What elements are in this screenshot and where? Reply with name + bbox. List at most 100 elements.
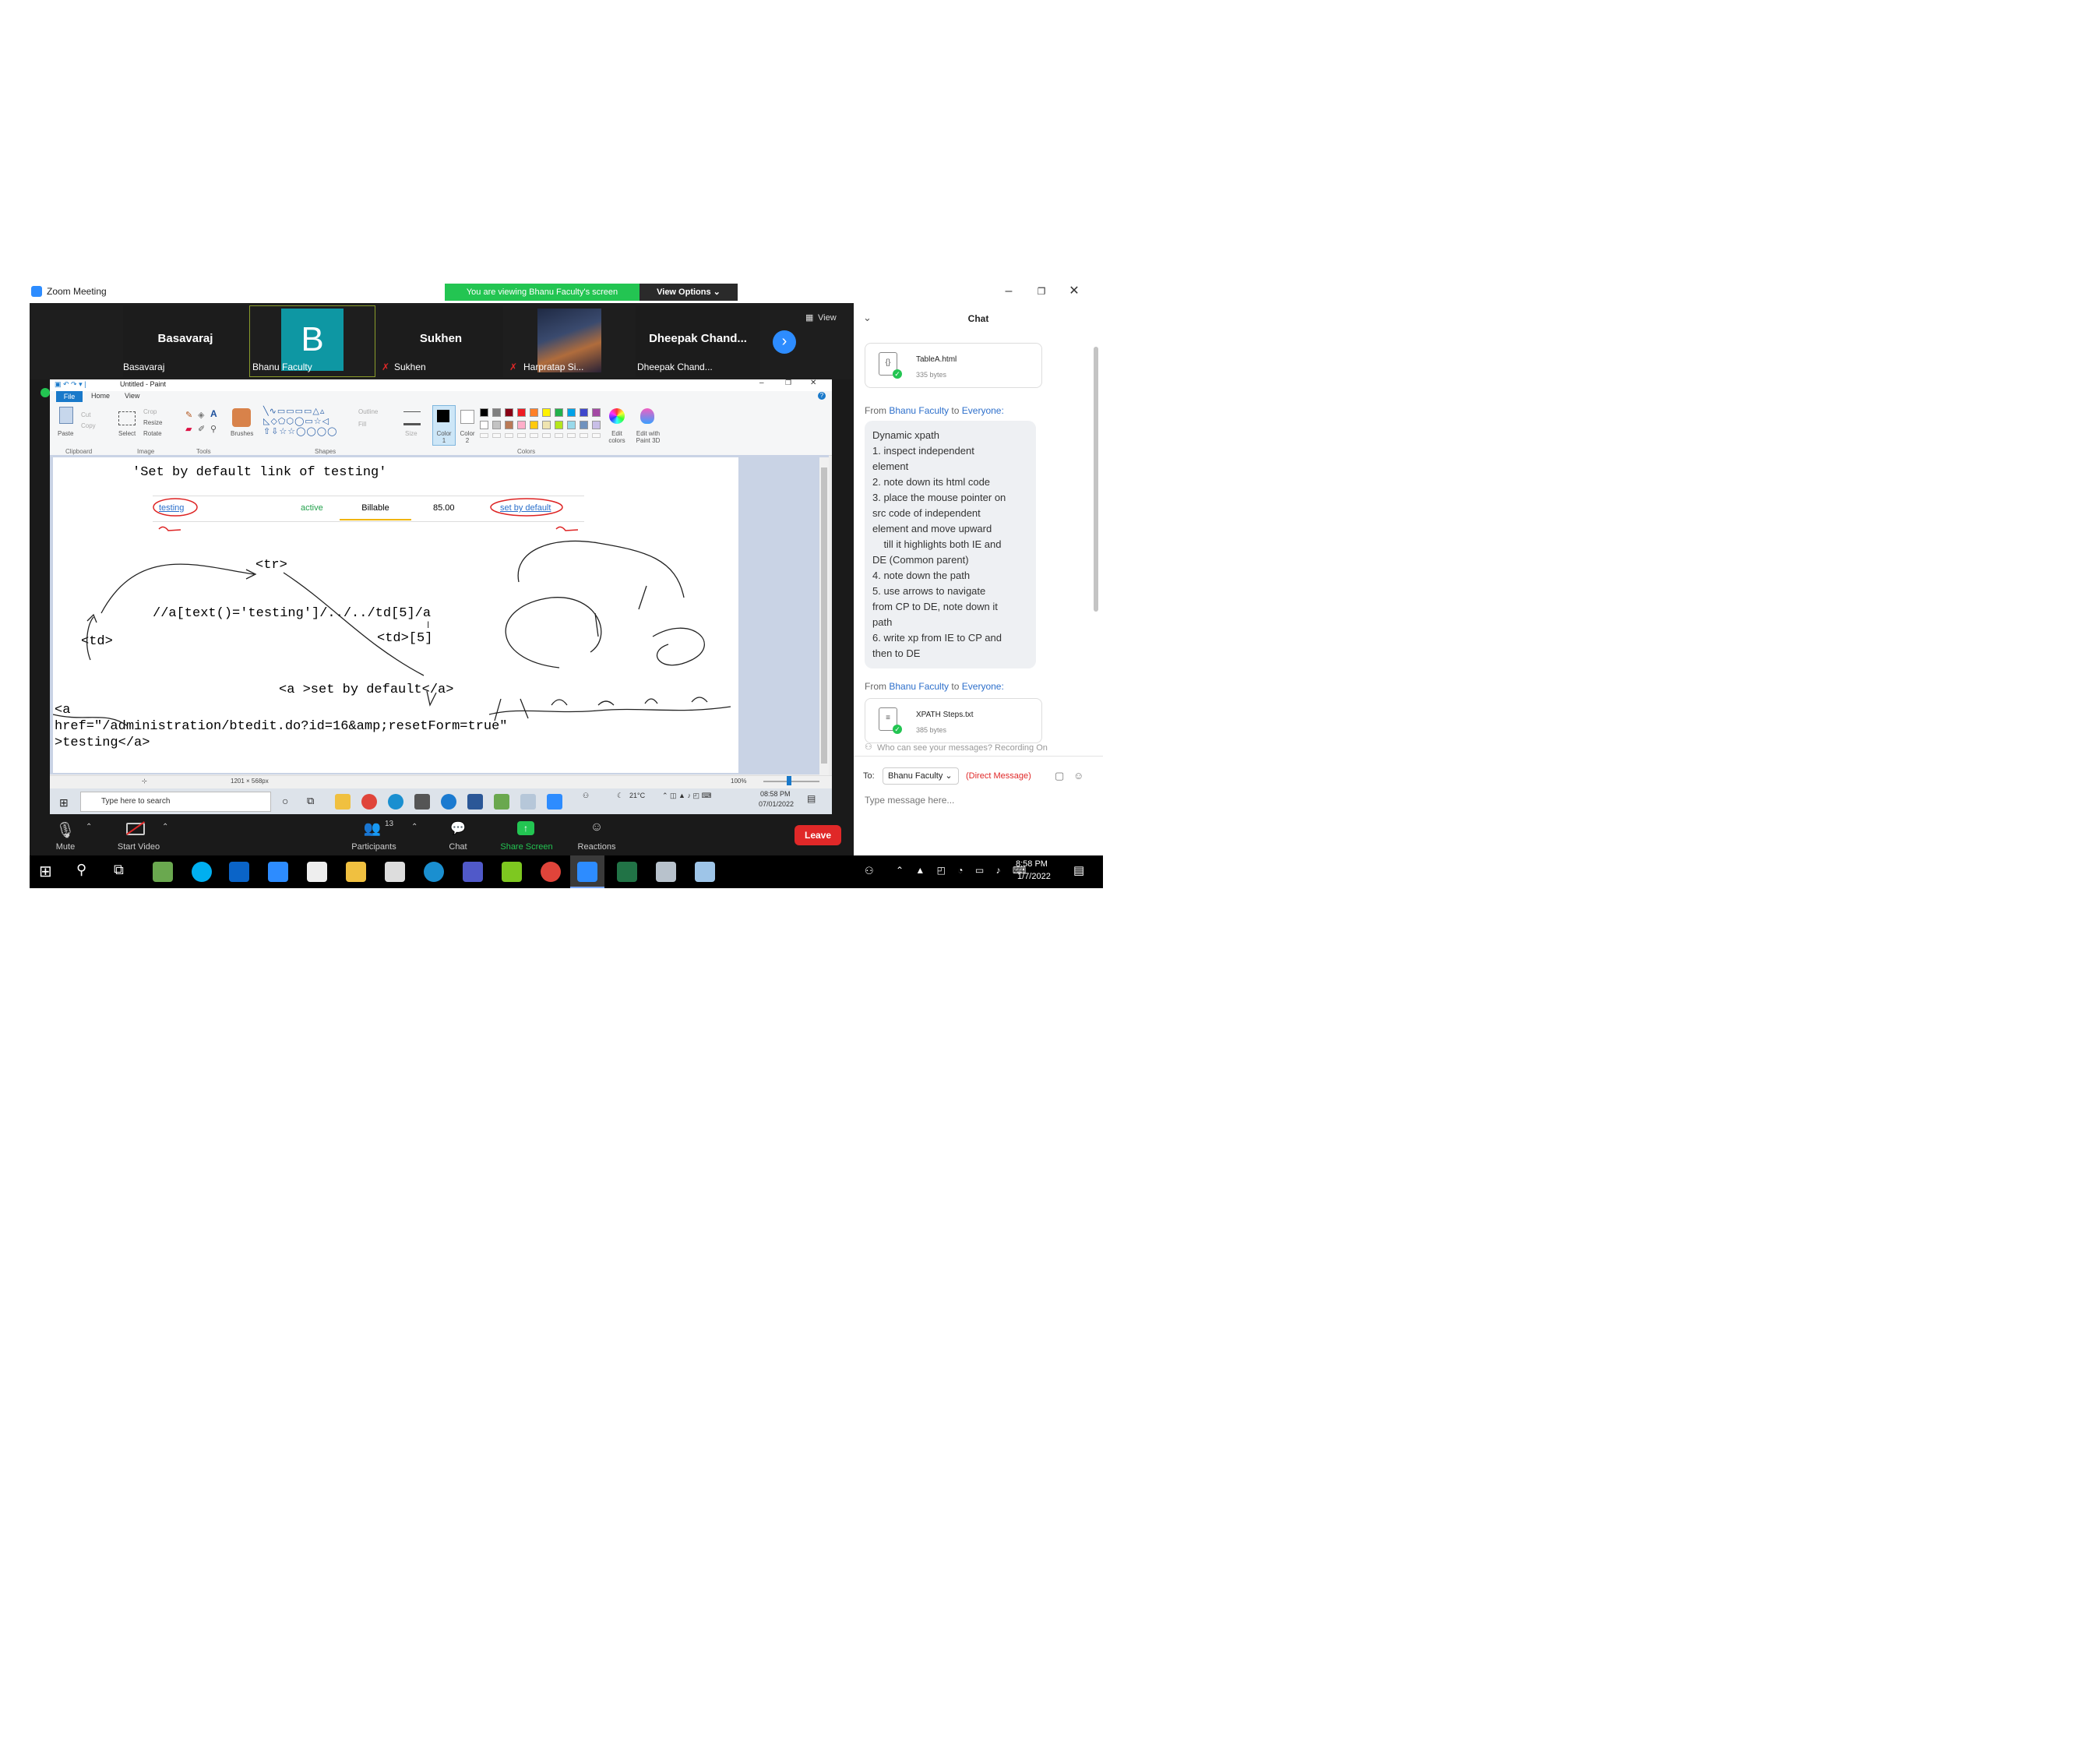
custom-swatch[interactable]	[542, 433, 551, 438]
zoom-icon[interactable]	[577, 862, 597, 882]
edge-icon[interactable]	[388, 794, 403, 810]
zoom-icon[interactable]	[268, 862, 288, 882]
paint-icon[interactable]	[520, 794, 536, 810]
view-options-button[interactable]: View Options ⌄	[640, 284, 738, 301]
close-icon[interactable]: ✕	[1062, 282, 1086, 301]
chat-scrollbar[interactable]	[1094, 347, 1098, 612]
task-view-icon[interactable]: ⧉	[307, 795, 314, 807]
paste-icon[interactable]	[59, 407, 73, 424]
brushes-button[interactable]: Brushes	[231, 430, 253, 437]
notepad-icon[interactable]	[153, 862, 173, 882]
paint-close-icon[interactable]: ✕	[810, 379, 816, 387]
notification-icon[interactable]: ▤	[807, 793, 816, 804]
palette-swatch[interactable]	[592, 408, 601, 417]
size-icon[interactable]	[403, 411, 421, 425]
sticky-notes-icon[interactable]	[307, 862, 327, 882]
people-icon[interactable]: ⚇	[865, 865, 874, 877]
start-video-button[interactable]: Start Video	[109, 842, 168, 852]
fill-button[interactable]: Fill	[358, 421, 366, 428]
leave-button[interactable]: Leave	[795, 825, 841, 845]
palette-swatch[interactable]	[517, 421, 526, 429]
sender-name[interactable]: Bhanu Faculty	[889, 405, 949, 416]
palette-swatch[interactable]	[542, 421, 551, 429]
palette-swatch[interactable]	[530, 408, 538, 417]
fill-icon[interactable]: ◈	[198, 410, 204, 420]
next-page-arrow-icon[interactable]: ›	[773, 330, 796, 354]
select-icon[interactable]	[118, 411, 136, 425]
outlook-icon[interactable]	[229, 862, 249, 882]
file-explorer-icon[interactable]	[346, 862, 366, 882]
zoom-slider[interactable]	[763, 781, 819, 782]
chrome-icon[interactable]	[361, 794, 377, 810]
shapes-gallery-icon[interactable]: ╲∿▭▭▭▭△▵ ◺◇⬠⬡◯▭☆◁ ⇧⇩☆☆◯◯◯◯	[263, 407, 337, 437]
palette-swatch[interactable]	[542, 408, 551, 417]
paint3d-icon[interactable]	[640, 408, 654, 424]
encryption-shield-icon[interactable]	[41, 388, 50, 397]
eraser-icon[interactable]: ▰	[185, 424, 192, 434]
share-screen-icon[interactable]: ↑	[517, 821, 534, 835]
notification-icon[interactable]: ▤	[1073, 863, 1084, 877]
file-explorer-icon[interactable]	[335, 794, 351, 810]
copy-button[interactable]: Copy	[81, 422, 96, 429]
view-button[interactable]: View	[818, 313, 837, 323]
task-view-icon[interactable]: ⧉	[114, 862, 124, 878]
windows-start-icon[interactable]: ⊞	[39, 862, 52, 881]
windows-start-icon[interactable]: ⊞	[59, 796, 69, 810]
palette-swatch[interactable]	[492, 421, 501, 429]
mute-options-chevron-icon[interactable]: ⌃	[86, 823, 92, 831]
message-input[interactable]	[863, 792, 1092, 809]
participants-icon[interactable]: 👥	[361, 820, 383, 837]
palette-swatch[interactable]	[592, 421, 601, 429]
resize-button[interactable]: Resize	[143, 419, 162, 426]
custom-swatch[interactable]	[480, 433, 488, 438]
privacy-notice[interactable]: Who can see your messages? Recording On	[877, 743, 1048, 753]
custom-swatch[interactable]	[517, 433, 526, 438]
edit-colors-button[interactable]: Edit colors	[608, 430, 626, 444]
sender-name[interactable]: Bhanu Faculty	[889, 681, 949, 692]
word-icon[interactable]	[467, 794, 483, 810]
palette-swatch[interactable]	[505, 408, 513, 417]
palette-swatch[interactable]	[505, 421, 513, 429]
color2-swatch[interactable]	[460, 410, 474, 424]
cortana-icon[interactable]: ○	[282, 795, 288, 807]
excel-icon[interactable]	[617, 862, 637, 882]
paint-restore-icon[interactable]: ❐	[785, 379, 791, 387]
paint-tab-file[interactable]: File	[56, 391, 83, 402]
palette-swatch[interactable]	[480, 408, 488, 417]
teams-icon[interactable]	[463, 862, 483, 882]
outline-button[interactable]: Outline	[358, 408, 378, 415]
custom-swatch[interactable]	[492, 433, 501, 438]
app-icon[interactable]	[502, 862, 522, 882]
system-tray-icons[interactable]: ⌃ ▲ ◰ ◔ ▭ ♪ ⌨	[896, 865, 1031, 876]
grid-view-icon[interactable]: ▦	[805, 312, 813, 323]
palette-swatch[interactable]	[567, 421, 576, 429]
mute-button[interactable]: Mute	[50, 842, 81, 852]
microphone-icon[interactable]: 🎙	[55, 820, 76, 840]
chrome-icon[interactable]	[541, 862, 561, 882]
video-options-chevron-icon[interactable]: ⌃	[162, 823, 168, 831]
paint-tab-home[interactable]: Home	[91, 392, 110, 400]
custom-swatch[interactable]	[567, 433, 576, 438]
skype-icon[interactable]	[192, 862, 212, 882]
document-icon[interactable]	[385, 862, 405, 882]
palette-swatch[interactable]	[555, 421, 563, 429]
palette-swatch[interactable]	[492, 408, 501, 417]
paint-minimize-icon[interactable]: –	[759, 379, 764, 387]
rotate-button[interactable]: Rotate	[143, 430, 162, 437]
scrollbar-thumb[interactable]	[821, 467, 827, 764]
palette-swatch[interactable]	[580, 421, 588, 429]
recipient-select[interactable]: Bhanu Faculty ⌄	[883, 767, 959, 785]
emoji-icon[interactable]: ☺	[1073, 770, 1083, 781]
color-picker-icon[interactable]: ✐	[198, 424, 205, 434]
custom-swatch[interactable]	[580, 433, 588, 438]
share-screen-button[interactable]: Share Screen	[494, 842, 559, 852]
restore-icon[interactable]: ❐	[1030, 282, 1053, 301]
zoom-icon[interactable]	[547, 794, 562, 810]
pencil-icon[interactable]: ✎	[185, 410, 192, 420]
minimize-icon[interactable]: –	[997, 282, 1020, 301]
select-button[interactable]: Select	[118, 430, 136, 437]
app-icon[interactable]	[656, 862, 676, 882]
palette-swatch[interactable]	[580, 408, 588, 417]
tray-icons[interactable]: ⌃ ◫ ▲ ♪ ◰ ⌨	[662, 792, 711, 800]
app-icon[interactable]	[695, 862, 715, 882]
